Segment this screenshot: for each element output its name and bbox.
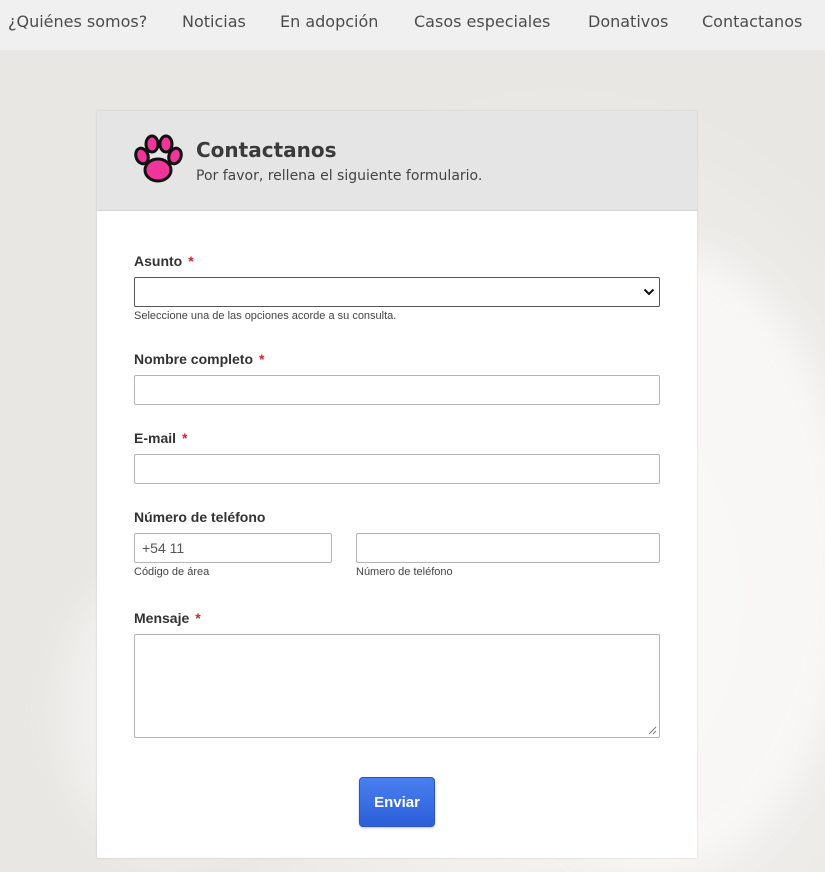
submit-button[interactable]: Enviar: [359, 777, 435, 827]
subject-label: Asunto *: [134, 253, 194, 269]
nav-item-en-adopcion[interactable]: En adopción: [280, 12, 378, 31]
subject-hint: Seleccione una de las opciones acorde a …: [134, 310, 397, 322]
phone-label: Número de teléfono: [134, 509, 266, 525]
phone-number-hint: Número de teléfono: [356, 566, 453, 578]
email-label-text: E-mail: [134, 430, 177, 446]
paw-icon: [134, 134, 183, 183]
resize-handle-icon[interactable]: [648, 726, 657, 735]
full-name-label-text: Nombre completo: [134, 351, 254, 367]
form-subtitle: Por favor, rellena el siguiente formular…: [196, 168, 483, 184]
form-header: Contactanos Por favor, rellena el siguie…: [97, 111, 697, 211]
phone-number-input[interactable]: [356, 533, 660, 563]
nav-item-donativos[interactable]: Donativos: [588, 12, 668, 31]
form-title: Contactanos: [196, 138, 337, 162]
required-mark: *: [259, 351, 265, 367]
area-code-input[interactable]: +54 11: [134, 533, 332, 563]
required-mark: *: [195, 610, 201, 626]
full-name-input[interactable]: [134, 375, 660, 405]
subject-select[interactable]: [134, 277, 660, 307]
subject-label-text: Asunto: [134, 253, 183, 269]
contact-form-card: Contactanos Por favor, rellena el siguie…: [97, 111, 697, 858]
area-code-hint: Código de área: [134, 566, 210, 578]
top-navigation: ¿Quiénes somos? Noticias En adopción Cas…: [0, 0, 825, 50]
nav-item-casos-especiales[interactable]: Casos especiales: [414, 12, 550, 31]
chevron-down-icon: [643, 288, 655, 296]
required-mark: *: [182, 430, 188, 446]
email-label: E-mail *: [134, 430, 187, 446]
nav-item-noticias[interactable]: Noticias: [182, 12, 246, 31]
full-name-label: Nombre completo *: [134, 351, 264, 367]
message-textarea[interactable]: [134, 634, 660, 738]
nav-item-contactanos[interactable]: Contactanos: [702, 12, 802, 31]
message-label: Mensaje *: [134, 610, 201, 626]
email-input[interactable]: [134, 454, 660, 484]
required-mark: *: [188, 253, 194, 269]
message-label-text: Mensaje: [134, 610, 190, 626]
nav-item-quienes-somos[interactable]: ¿Quiénes somos?: [8, 12, 147, 31]
